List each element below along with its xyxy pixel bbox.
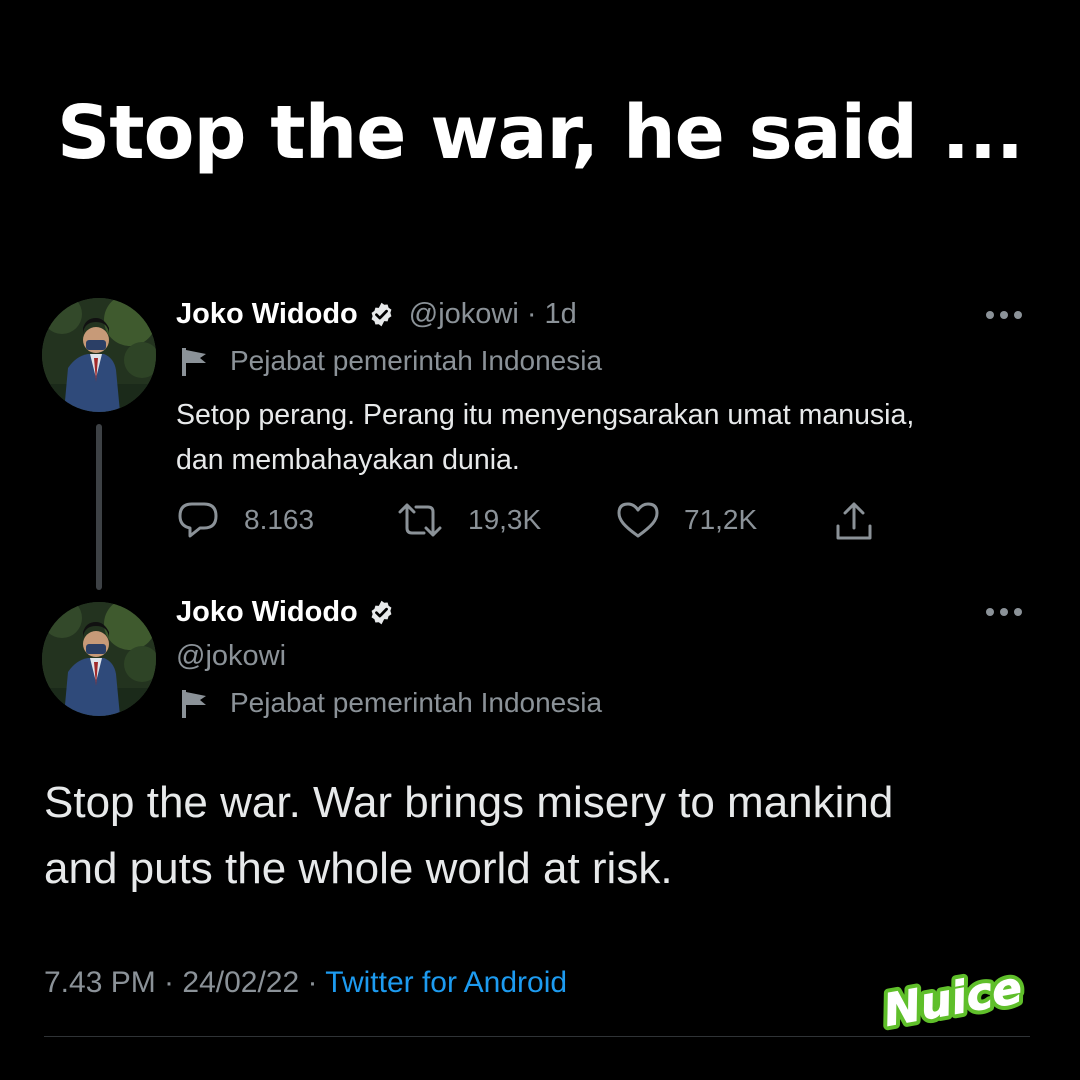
more-options-icon[interactable] [986,311,1026,321]
retweet-icon [398,503,442,537]
timestamp[interactable]: 7.43 PM · 24/02/22 · [44,966,325,999]
verified-badge-icon [371,302,392,327]
thread-line [96,424,102,590]
account-label: Pejabat pemerintah Indonesia [176,686,602,720]
reply-icon [178,502,218,538]
share-button[interactable] [832,500,900,544]
avatar-photo [42,298,156,412]
tweet1-line2: dan membahayakan dunia. [176,444,520,476]
author-handle[interactable]: @jokowi [176,640,286,673]
tweet2-meta: 7.43 PM · 24/02/22 · Twitter for Android [44,966,567,1000]
like-count: 71,2K [684,504,758,535]
tweet2-header: Joko Widodo [176,596,395,629]
tweet1-text: Setop perang. Perang itu menyengsarakan … [176,393,914,483]
avatar-photo [42,602,156,716]
like-button[interactable]: 71,2K [616,500,757,540]
government-flag-icon [182,348,206,376]
tweet2-line1: Stop the war. War brings misery to manki… [44,778,894,827]
author-name[interactable]: Joko Widodo [176,298,358,331]
account-label-text: Pejabat pemerintah Indonesia [230,345,603,376]
avatar[interactable] [42,602,156,716]
tweet-age: · 1d [526,298,577,330]
tweet1-line1: Setop perang. Perang itu menyengsarakan … [176,399,915,431]
nuice-logo: Nuice Nuice [878,962,1028,1038]
retweet-button[interactable]: 19,3K [396,500,541,540]
headline: Stop the war, he said ... [56,90,1024,176]
more-options-icon[interactable] [986,608,1026,618]
tweet2-text: Stop the war. War brings misery to manki… [44,770,893,902]
share-icon [836,502,872,540]
account-label-text: Pejabat pemerintah Indonesia [230,687,603,718]
svg-text:Nuice: Nuice [880,962,1026,1036]
avatar[interactable] [42,298,156,412]
author-handle[interactable]: @jokowi [409,298,519,331]
retweet-count: 19,3K [468,504,542,535]
reply-button[interactable]: 8.163 [176,500,314,540]
government-flag-icon [182,690,206,718]
tweet1-header: Joko Widodo @jokowi · 1d [176,298,577,331]
source-link[interactable]: Twitter for Android [325,966,567,999]
tweet2-handle-row: @jokowi [176,640,286,673]
verified-badge-icon [371,600,392,625]
tweet2-line2: and puts the whole world at risk. [44,844,673,893]
author-name[interactable]: Joko Widodo [176,596,358,629]
heart-icon [617,502,659,538]
divider [44,1036,1030,1037]
reply-count: 8.163 [244,504,315,535]
account-label: Pejabat pemerintah Indonesia [176,344,602,378]
